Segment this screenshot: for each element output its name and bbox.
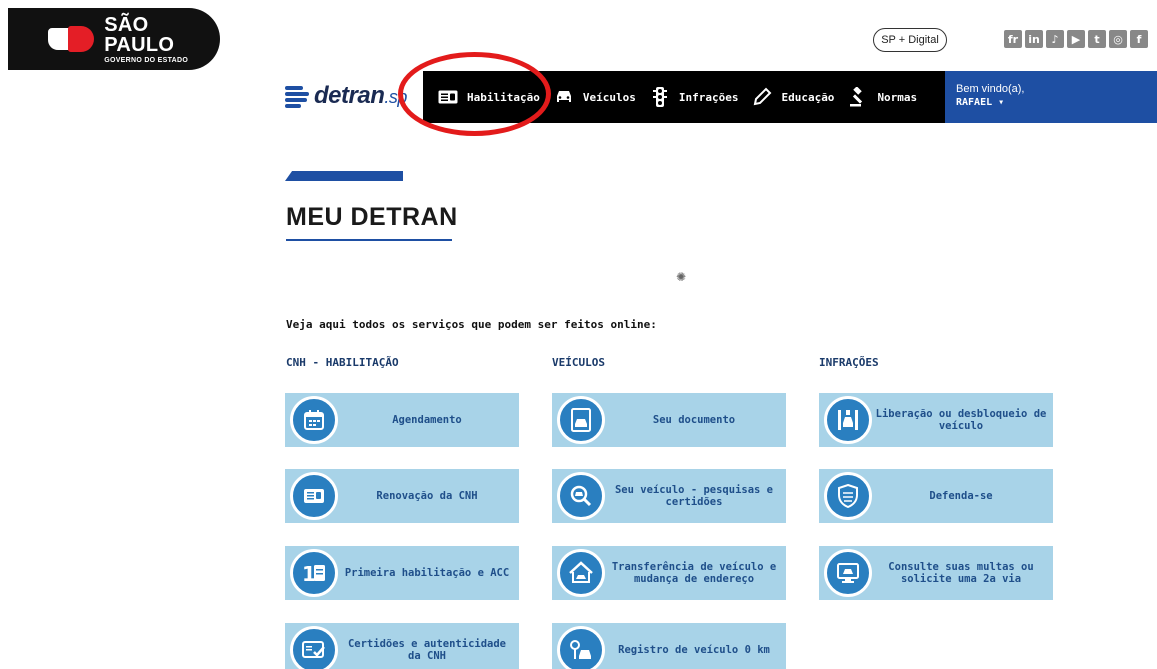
sao-paulo-badge[interactable]: SÃO PAULO GOVERNO DO ESTADO — [8, 8, 220, 70]
brand-title: SÃO PAULO — [104, 13, 175, 56]
detran-logo[interactable]: detran.sp — [285, 78, 407, 114]
card-label: Agendamento — [392, 413, 462, 426]
pencil-icon — [751, 86, 773, 108]
nav-educacao[interactable]: Educação — [751, 86, 834, 108]
house-transfer-icon — [557, 549, 605, 597]
card-label: Registro de veículo 0 km — [618, 643, 770, 656]
computer-icon — [824, 549, 872, 597]
user-menu[interactable]: Bem vindo(a), RAFAEL ▾ — [945, 71, 1157, 123]
license-card-icon — [290, 472, 338, 520]
page-title: MEU DETRAN — [286, 203, 458, 231]
card-label: Seu documento — [652, 413, 736, 426]
service-card-transferencia[interactable]: Transferência de veículo e mudança de en… — [552, 546, 786, 600]
service-card-certidoes[interactable]: Certidões e autenticidade da CNH — [285, 623, 519, 669]
new-car-icon — [557, 626, 605, 669]
youtube-icon[interactable]: ▶ — [1067, 30, 1085, 48]
social-links: fr in ♪ ▶ t ◎ f — [1004, 30, 1148, 48]
nav-infracoes[interactable]: Infrações — [649, 86, 739, 108]
service-card-multas[interactable]: Consulte suas multas ou solicite uma 2a … — [819, 546, 1053, 600]
sp-logo-icon — [48, 26, 96, 52]
service-card-registro-0km[interactable]: Registro de veículo 0 km — [552, 623, 786, 669]
service-card-primeira-habilitacao[interactable]: 1 Primeira habilitação e ACC — [285, 546, 519, 600]
card-label: Transferência de veículo e mudança de en… — [611, 560, 777, 585]
linkedin-icon[interactable]: in — [1025, 30, 1043, 48]
intro-text: Veja aqui todos os serviços que podem se… — [286, 318, 657, 331]
title-accent-bar — [285, 171, 403, 181]
service-card-renovacao[interactable]: Renovação da CNH — [285, 469, 519, 523]
welcome-greeting: Bem vindo(a), — [956, 83, 1025, 95]
card-label: Liberação ou desbloqueio de veículo — [875, 407, 1047, 432]
twitter-icon[interactable]: t — [1088, 30, 1106, 48]
search-car-icon — [557, 472, 605, 520]
sp-digital-button[interactable]: SP + Digital — [873, 28, 947, 52]
service-card-defenda-se[interactable]: Defenda-se — [819, 469, 1053, 523]
card-label: Renovação da CNH — [376, 489, 478, 502]
card-label: Primeira habilitação e ACC — [344, 566, 510, 579]
column-title-veiculos: VEÍCULOS — [552, 356, 605, 369]
service-card-seu-documento[interactable]: Seu documento — [552, 393, 786, 447]
traffic-light-icon — [649, 86, 671, 108]
calendar-icon — [290, 396, 338, 444]
shield-icon — [824, 472, 872, 520]
column-title-infracoes: INFRAÇÕES — [819, 356, 879, 369]
nav-normas[interactable]: Normas — [847, 86, 917, 108]
nav-label-veiculos: Veículos — [582, 90, 636, 104]
first-license-icon: 1 — [290, 549, 338, 597]
card-label: Defenda-se — [929, 489, 993, 502]
nav-habilitacao[interactable]: Habilitação — [437, 86, 540, 108]
flickr-icon[interactable]: fr — [1004, 30, 1022, 48]
card-label: Seu veículo - pesquisas e certidões — [614, 483, 774, 508]
loading-spinner-icon: ✺ — [676, 270, 687, 284]
nav-label-habilitacao: Habilitação — [467, 90, 540, 104]
main-navbar: Habilitação Veículos Infrações Educação … — [423, 71, 945, 123]
card-label: Certidões e autenticidade da CNH — [347, 637, 507, 662]
logo-main: detran — [314, 82, 385, 109]
service-card-agendamento[interactable]: Agendamento — [285, 393, 519, 447]
car-icon — [553, 86, 575, 108]
nav-label-normas: Normas — [877, 90, 918, 104]
brand-subtitle: GOVERNO DO ESTADO — [104, 56, 189, 64]
user-name[interactable]: RAFAEL ▾ — [956, 96, 1157, 109]
service-card-liberacao[interactable]: Liberação ou desbloqueio de veículo — [819, 393, 1053, 447]
document-icon — [557, 396, 605, 444]
title-underline — [286, 239, 452, 241]
column-title-cnh: CNH - HABILITAÇÃO — [286, 356, 399, 369]
unlock-car-icon — [824, 396, 872, 444]
instagram-icon[interactable]: ◎ — [1109, 30, 1127, 48]
nav-veiculos[interactable]: Veículos — [553, 86, 636, 108]
detran-stripes-icon — [285, 83, 311, 109]
logo-suffix: .sp — [384, 87, 407, 107]
gavel-icon — [847, 86, 869, 108]
card-label: Consulte suas multas ou solicite uma 2a … — [888, 560, 1034, 585]
facebook-icon[interactable]: f — [1130, 30, 1148, 48]
certificate-icon — [290, 626, 338, 669]
svg-text:1: 1 — [302, 562, 316, 585]
nav-label-educacao: Educação — [781, 90, 835, 104]
license-card-icon — [437, 86, 459, 108]
service-card-seu-veiculo[interactable]: Seu veículo - pesquisas e certidões — [552, 469, 786, 523]
tiktok-icon[interactable]: ♪ — [1046, 30, 1064, 48]
nav-label-infracoes: Infrações — [678, 90, 739, 104]
